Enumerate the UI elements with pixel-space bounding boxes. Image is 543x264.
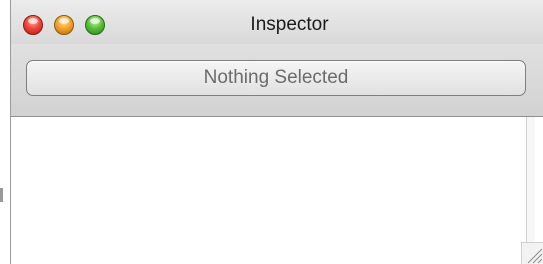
inspector-window: Inspector Nothing Selected [10,0,543,264]
window-edge-marker [0,188,3,202]
inspector-toolbar: Nothing Selected [11,44,543,117]
title-bar[interactable]: Inspector [11,0,543,44]
window-title: Inspector [250,14,329,35]
resize-grip-icon[interactable] [521,242,543,264]
inspector-content-area [11,117,543,264]
selection-button[interactable]: Nothing Selected [26,60,526,96]
